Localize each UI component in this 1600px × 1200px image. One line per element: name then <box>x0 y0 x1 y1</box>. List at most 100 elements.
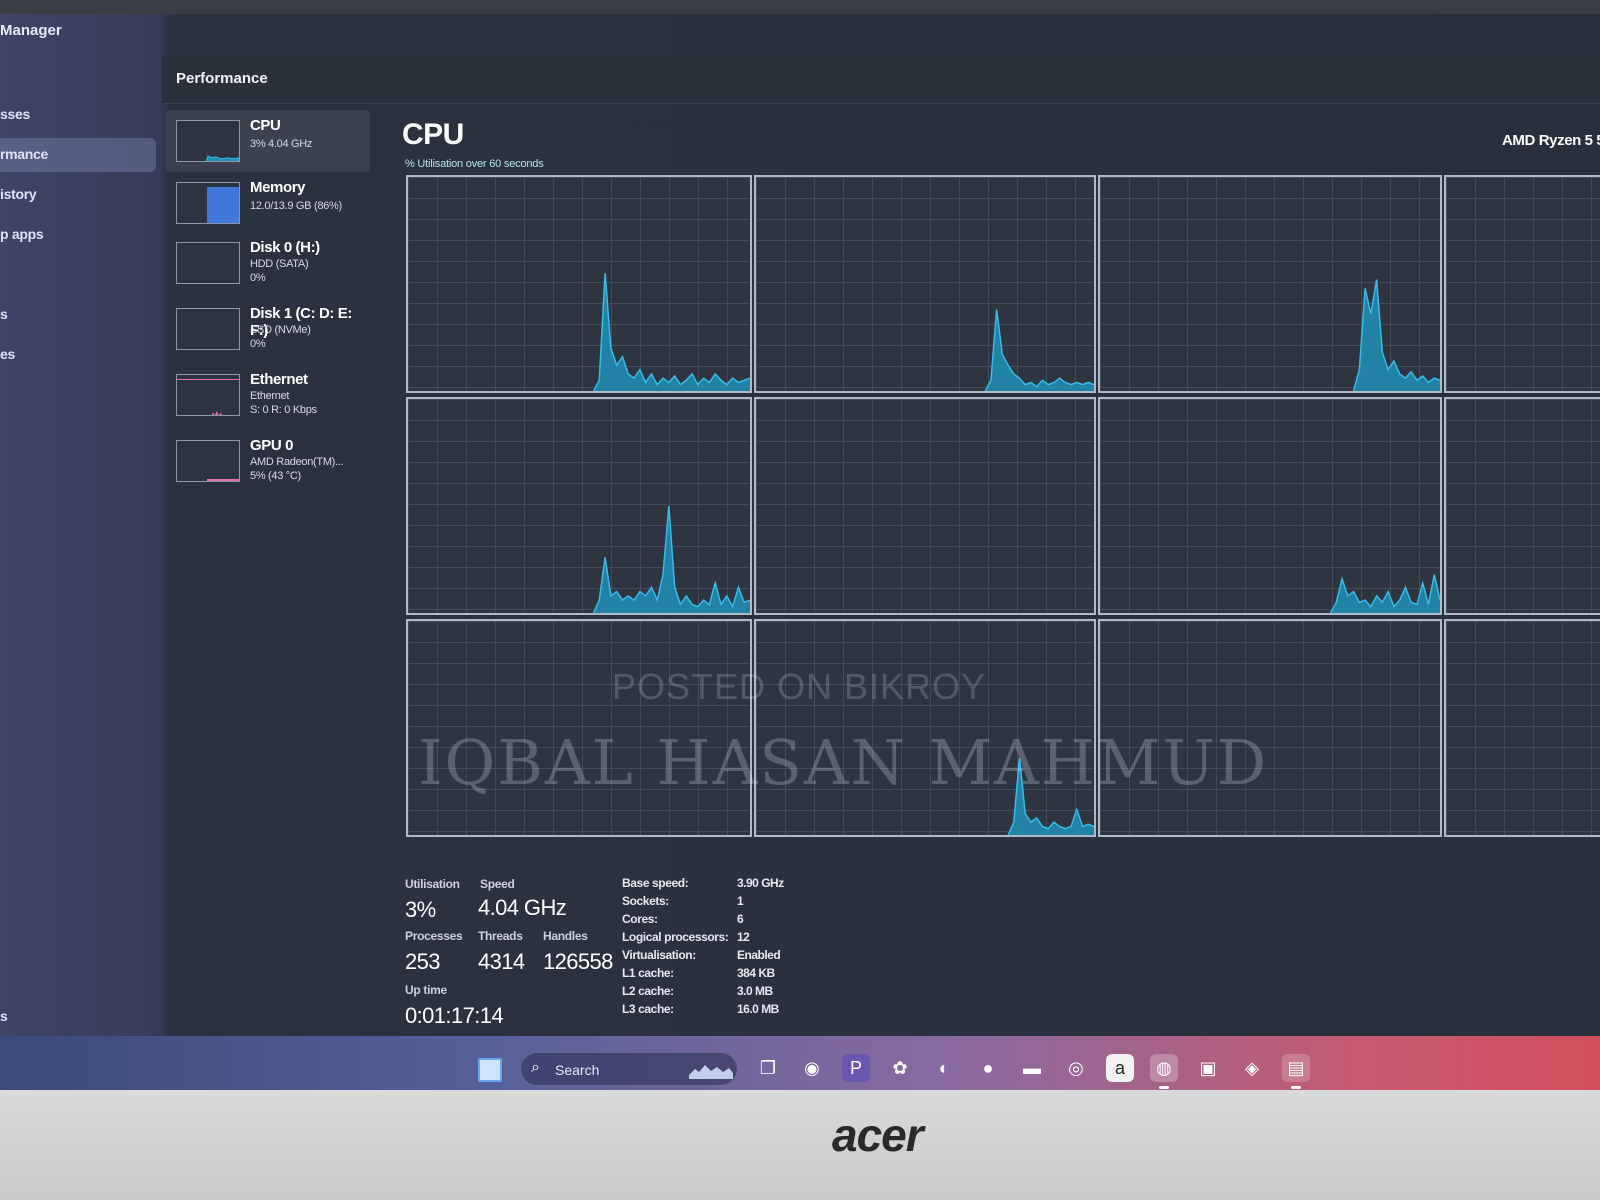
spec-label-logical-processors: Logical processors: <box>622 930 729 944</box>
nav-item-users[interactable]: s <box>0 298 156 332</box>
nav-item-services[interactable]: es <box>0 338 156 372</box>
chrome-icon[interactable]: ◉ <box>798 1054 826 1082</box>
spec-value-l1-cache: 384 KB <box>737 966 775 980</box>
spec-label-virtualisation: Virtualisation: <box>622 948 696 962</box>
nav-item-app-history[interactable]: istory <box>0 178 156 212</box>
device-item-ethernet[interactable]: Ethernet Ethernet S: 0 R: 0 Kbps <box>166 364 370 426</box>
utilisation-area <box>408 273 750 391</box>
device-detail: 3% 4.04 GHz <box>250 138 313 150</box>
spec-label-l1-cache: L1 cache: <box>622 966 674 980</box>
logical-processor-3-graph <box>1444 175 1600 393</box>
nav-item-settings[interactable]: s <box>0 1000 156 1034</box>
gpu-usage-line <box>207 479 239 481</box>
spec-value-virtualisation: Enabled <box>737 948 781 962</box>
logical-processor-5-series <box>756 399 1094 613</box>
task-manager-window: Manager sses rmance istory p apps s es s… <box>0 0 1600 1090</box>
device-item-disk-0[interactable]: Disk 0 (H:) HDD (SATA) 0% <box>166 232 370 294</box>
handles-value: 126558 <box>543 949 613 974</box>
amazon-icon[interactable]: a <box>1106 1054 1134 1082</box>
device-name: Ethernet <box>250 371 308 388</box>
logical-processor-0-graph <box>406 175 752 393</box>
ethernet-top-line <box>177 379 239 380</box>
device-detail: Ethernet <box>250 390 290 402</box>
threads-value: 4314 <box>478 949 525 974</box>
task-manager-icon[interactable]: ▤ <box>1282 1054 1310 1089</box>
utilisation-value: 3% <box>405 897 436 922</box>
device-detail: HDD (SATA) <box>250 258 309 270</box>
processes-label: Processes <box>405 929 463 943</box>
spec-label-cores: Cores: <box>622 912 658 926</box>
white-circle-app-icon[interactable]: ● <box>974 1054 1002 1082</box>
monitor-bezel <box>0 1090 1600 1200</box>
graph-caption: % Utilisation over 60 seconds <box>405 158 544 170</box>
handles-label: Handles <box>543 929 588 943</box>
window-top-band <box>0 0 1600 14</box>
store-icon[interactable]: ▣ <box>1194 1054 1222 1082</box>
logical-processor-1-graph <box>754 175 1096 393</box>
logical-processor-2-series <box>1100 279 1440 391</box>
spec-value-logical-processors: 12 <box>737 930 750 944</box>
nav-item-performance[interactable]: rmance <box>0 138 156 172</box>
task-view-icon[interactable]: ❐ <box>754 1054 782 1082</box>
pinned-app-p-icon[interactable]: P <box>842 1054 870 1082</box>
device-item-cpu[interactable]: CPU 3% 4.04 GHz <box>166 110 370 172</box>
copilot-icon[interactable]: ◈ <box>1238 1054 1266 1082</box>
taskbar: ⌕ Search ❐ ◉ P ✿ ◐ ● ▬ ◎ a ◍ ▣ ◈ ▤ <box>0 1036 1600 1090</box>
nav-item-processes[interactable]: sses <box>0 98 156 132</box>
logical-processor-0-series <box>408 273 750 391</box>
threads-label: Threads <box>478 929 523 943</box>
logical-processor-2-graph <box>1098 175 1442 393</box>
disk-1-thumbnail <box>176 308 240 350</box>
page-title: Performance <box>176 70 268 87</box>
edge-icon[interactable]: ◐ <box>930 1054 958 1082</box>
device-throughput: S: 0 R: 0 Kbps <box>250 404 317 416</box>
spec-value-l2-cache: 3.0 MB <box>737 984 773 998</box>
device-item-gpu-0[interactable]: GPU 0 AMD Radeon(TM)... 5% (43 °C) <box>166 430 370 492</box>
device-item-memory[interactable]: Memory 12.0/13.9 GB (86%) <box>166 172 370 234</box>
device-detail: AMD Radeon(TM)... <box>250 456 344 468</box>
logical-processor-1-series <box>756 309 1094 391</box>
spec-label-base-speed: Base speed: <box>622 876 689 890</box>
start-button-windows-icon[interactable] <box>478 1058 502 1082</box>
search-highlight-art-icon <box>689 1065 733 1079</box>
device-name: GPU 0 <box>250 437 294 454</box>
cpu-thumbnail <box>176 120 240 162</box>
device-item-disk-1[interactable]: Disk 1 (C: D: E: F:) SSD (NVMe) 0% <box>166 298 370 360</box>
logical-processor-11-graph <box>1444 619 1600 837</box>
file-explorer-icon[interactable]: ▬ <box>1018 1054 1046 1082</box>
spec-value-l3-cache: 16.0 MB <box>737 1002 779 1016</box>
taskbar-search-box[interactable]: ⌕ Search <box>520 1052 738 1086</box>
spec-label-sockets: Sockets: <box>622 894 669 908</box>
utilisation-label: Utilisation <box>405 877 460 891</box>
utilisation-area <box>408 506 750 613</box>
monitor-brand-logo: acer <box>832 1109 924 1161</box>
utilisation-area <box>756 309 1094 391</box>
device-detail: SSD (NVMe) <box>250 324 311 336</box>
uptime-value: 0:01:17:14 <box>405 1003 504 1028</box>
spec-value-sockets: 1 <box>737 894 744 908</box>
device-name: Memory <box>250 179 306 196</box>
speed-value: 4.04 GHz <box>478 895 567 920</box>
logical-processor-6-series <box>1100 574 1440 613</box>
nav-item-startup-apps[interactable]: p apps <box>0 218 156 252</box>
disk-0-thumbnail <box>176 242 240 284</box>
processes-value: 253 <box>405 949 441 974</box>
logical-processor-5-graph <box>754 397 1096 615</box>
spec-value-base-speed: 3.90 GHz <box>737 876 784 890</box>
red-circle-app-icon[interactable]: ◎ <box>1062 1054 1090 1082</box>
gpu-thumbnail <box>176 440 240 482</box>
active-app-icon[interactable]: ◍ <box>1150 1054 1178 1089</box>
ethernet-thumbnail-chart <box>212 410 223 415</box>
logical-processor-3-series <box>1446 177 1600 391</box>
colorful-app-icon[interactable]: ✿ <box>886 1054 914 1082</box>
search-label: Search <box>555 1062 600 1078</box>
memory-thumbnail <box>176 182 240 224</box>
device-detail: 12.0/13.9 GB (86%) <box>250 200 342 212</box>
spec-label-l3-cache: L3 cache: <box>622 1002 674 1016</box>
logical-processor-11-series <box>1446 621 1600 835</box>
watermark-posted-on: POSTED ON BIKROY <box>612 666 987 707</box>
logical-processor-4-graph <box>406 397 752 615</box>
memory-usage-fill <box>207 187 239 223</box>
uptime-label: Up time <box>405 983 447 997</box>
device-usage: 5% (43 °C) <box>250 470 301 482</box>
